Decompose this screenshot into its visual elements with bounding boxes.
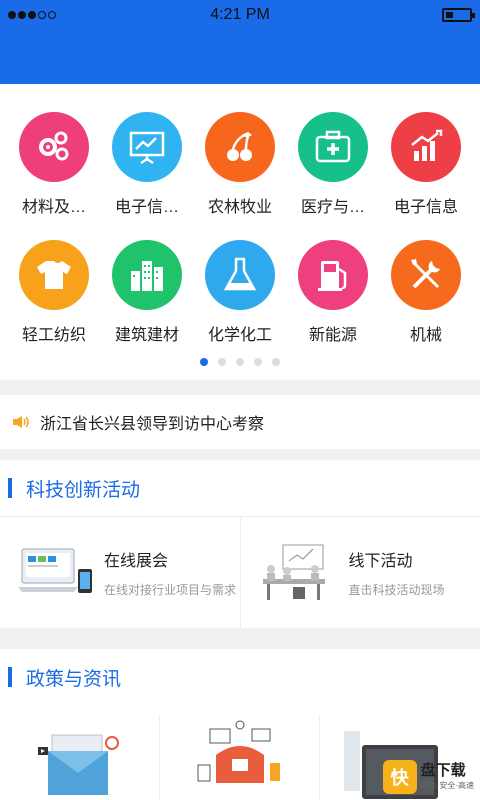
page-dot[interactable] bbox=[200, 358, 208, 366]
card-subtitle: 直击科技活动现场 bbox=[348, 583, 445, 597]
page-dot[interactable] bbox=[236, 358, 244, 366]
category-label: 电子信… bbox=[114, 199, 179, 216]
news-item[interactable] bbox=[0, 715, 160, 800]
category-item[interactable]: 电子信… bbox=[100, 112, 194, 217]
category-item[interactable]: 机械 bbox=[379, 240, 473, 345]
section-header-news: 政策与资讯 bbox=[0, 649, 480, 705]
status-time: 4:21 PM bbox=[210, 6, 270, 23]
section-title: 政策与资讯 bbox=[26, 668, 122, 690]
activity-cards: 在线展会 在线对接行业项目与需求 线下活动 直击科技活动现场 bbox=[0, 516, 480, 628]
category-icon-circle bbox=[205, 240, 275, 310]
bar-chart-up-icon bbox=[411, 129, 443, 161]
category-label: 医疗与… bbox=[300, 199, 365, 216]
category-label: 电子信息 bbox=[393, 199, 458, 216]
category-label: 农林牧业 bbox=[207, 199, 272, 216]
news-grid: 快 盘下载 绿色·安全·高速 bbox=[0, 705, 480, 800]
category-label: 建筑建材 bbox=[114, 327, 179, 344]
section-header-activities: 科技创新活动 bbox=[0, 460, 480, 516]
category-icon-circle bbox=[205, 112, 275, 182]
news-item[interactable] bbox=[160, 715, 320, 800]
category-icon-circle bbox=[19, 240, 89, 310]
category-icon-circle bbox=[112, 240, 182, 310]
watermark-logo: 快 盘下载 绿色·安全·高速 bbox=[382, 760, 474, 794]
gears-icon bbox=[39, 131, 69, 161]
presentation-board-icon bbox=[129, 131, 165, 165]
page-dot[interactable] bbox=[272, 358, 280, 366]
category-icon-circle bbox=[391, 112, 461, 182]
section-accent-bar bbox=[8, 478, 12, 498]
watermark-title: 盘下载 bbox=[420, 762, 466, 780]
category-item[interactable]: 电子信息 bbox=[379, 112, 473, 217]
category-icon-circle bbox=[19, 112, 89, 182]
page-dot[interactable] bbox=[218, 358, 226, 366]
category-label: 新能源 bbox=[308, 327, 357, 344]
category-item[interactable]: 轻工纺织 bbox=[7, 240, 101, 345]
section-title: 科技创新活动 bbox=[26, 479, 141, 501]
card-title: 在线展会 bbox=[104, 553, 169, 570]
category-icon-circle bbox=[391, 240, 461, 310]
speaker-icon bbox=[13, 416, 29, 428]
medical-kit-icon bbox=[315, 130, 351, 163]
card-title: 线下活动 bbox=[348, 553, 413, 570]
tools-icon bbox=[411, 259, 440, 289]
category-item[interactable]: 新能源 bbox=[286, 240, 380, 345]
category-item[interactable]: 建筑建材 bbox=[100, 240, 194, 345]
page-dot[interactable] bbox=[254, 358, 262, 366]
announcement-bar[interactable]: 浙江省长兴县领导到访中心考察 bbox=[0, 395, 480, 449]
cherries-icon bbox=[227, 131, 252, 161]
watermark-subtitle: 绿色·安全·高速 bbox=[420, 780, 474, 790]
category-grid: 材料及… 电子信… 农林牧业 医疗与… 电子信息轻工纺织 建筑建材 化学化工 新能源 机械 bbox=[0, 84, 480, 380]
category-label: 轻工纺织 bbox=[21, 327, 86, 344]
category-item[interactable]: 材料及… bbox=[7, 112, 101, 217]
category-icon-circle bbox=[298, 112, 368, 182]
battery-icon bbox=[442, 8, 475, 22]
status-bar: 4:21 PM bbox=[0, 0, 480, 30]
category-item[interactable]: 农林牧业 bbox=[193, 112, 287, 217]
page-indicator bbox=[0, 358, 480, 366]
category-icon-circle bbox=[298, 240, 368, 310]
meeting-figures-icon bbox=[262, 544, 325, 600]
laptop-screens-icon bbox=[18, 548, 92, 593]
category-label: 化学化工 bbox=[207, 327, 272, 344]
media-collage-icon bbox=[197, 720, 280, 783]
category-item[interactable]: 化学化工 bbox=[193, 240, 287, 345]
category-label: 机械 bbox=[409, 327, 442, 344]
section-accent-bar bbox=[8, 667, 12, 687]
email-envelope-icon bbox=[38, 734, 119, 795]
category-item[interactable]: 医疗与… bbox=[286, 112, 380, 217]
announcement-text: 浙江省长兴县领导到访中心考察 bbox=[40, 416, 265, 433]
online-expo-card[interactable]: 在线展会 在线对接行业项目与需求 bbox=[0, 517, 240, 628]
signal-icon bbox=[8, 11, 56, 19]
flask-icon bbox=[223, 257, 257, 291]
app-header: 4:21 PM bbox=[0, 0, 480, 84]
watermark-badge: 快 bbox=[382, 760, 417, 794]
category-icon-circle bbox=[112, 112, 182, 182]
fuel-pump-icon bbox=[318, 261, 347, 291]
category-label: 材料及… bbox=[21, 199, 86, 216]
offline-activity-card[interactable]: 线下活动 直击科技活动现场 bbox=[239, 517, 480, 628]
buildings-icon bbox=[131, 261, 163, 291]
card-subtitle: 在线对接行业项目与需求 bbox=[104, 583, 237, 597]
tshirt-icon bbox=[37, 261, 71, 289]
